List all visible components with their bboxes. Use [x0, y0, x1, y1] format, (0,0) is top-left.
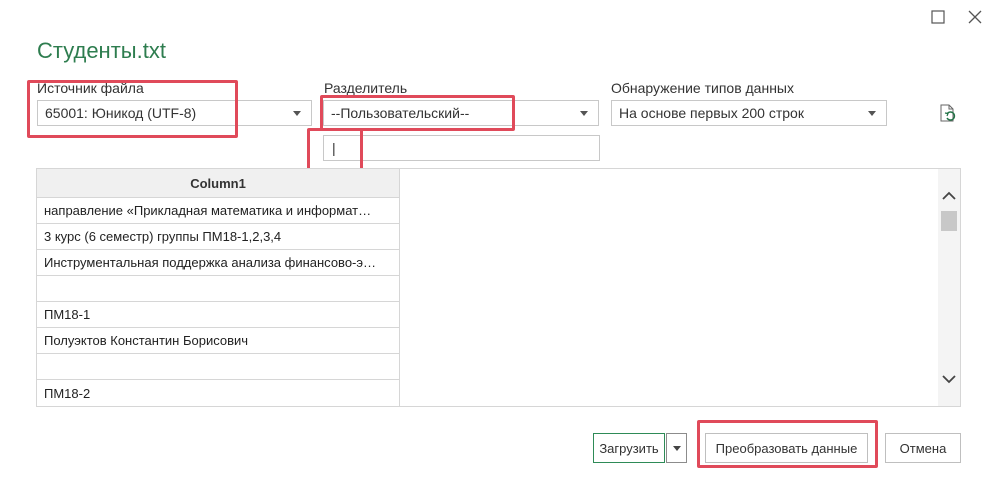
type-detection-value: На основе первых 200 строк	[619, 105, 804, 121]
close-icon	[968, 10, 982, 24]
close-button[interactable]	[964, 6, 986, 28]
refresh-file-icon	[940, 104, 956, 122]
file-origin-label: Источник файла	[37, 80, 144, 96]
chevron-down-icon	[868, 111, 876, 116]
dialog-title: Студенты.txt	[37, 38, 166, 63]
chevron-down-icon	[293, 111, 301, 116]
table-row: 3 курс (6 семестр) группы ПМ18-1,2,3,4	[37, 224, 399, 250]
refresh-button[interactable]	[937, 103, 959, 125]
table-row	[37, 276, 399, 302]
delimiter-label: Разделитель	[324, 80, 408, 96]
custom-delimiter-value: |	[332, 140, 336, 156]
chevron-down-icon	[672, 445, 681, 451]
file-origin-select[interactable]: 65001: Юникод (UTF-8)	[37, 100, 312, 126]
table-row: ПМ18-2	[44, 385, 91, 401]
table-row: Полуэктов Константин Борисович	[37, 328, 399, 354]
delimiter-value: --Пользовательский--	[331, 105, 470, 121]
custom-delimiter-input[interactable]: |	[323, 135, 600, 161]
column-header[interactable]: Column1	[37, 169, 399, 198]
delimiter-select[interactable]: --Пользовательский--	[323, 100, 599, 126]
scroll-thumb[interactable]	[941, 211, 957, 231]
load-dropdown-button[interactable]	[666, 433, 687, 463]
chevron-down-icon	[580, 111, 588, 116]
file-origin-value: 65001: Юникод (UTF-8)	[45, 105, 197, 121]
scroll-up-icon[interactable]	[942, 191, 956, 201]
load-button[interactable]: Загрузить	[593, 433, 665, 463]
vertical-scrollbar[interactable]	[938, 169, 960, 406]
maximize-button[interactable]	[927, 6, 949, 28]
table-row	[37, 354, 399, 380]
preview-grid: Column1 направление «Прикладная математи…	[36, 168, 961, 407]
table-row: направление «Прикладная математика и инф…	[37, 198, 399, 224]
preview-column: Column1 направление «Прикладная математи…	[37, 169, 400, 406]
scroll-down-icon[interactable]	[942, 374, 956, 384]
cancel-button[interactable]: Отмена	[885, 433, 961, 463]
maximize-icon	[931, 10, 945, 24]
table-row: Инструментальная поддержка анализа финан…	[37, 250, 399, 276]
type-detection-select[interactable]: На основе первых 200 строк	[611, 100, 887, 126]
type-detection-label: Обнаружение типов данных	[611, 80, 794, 96]
table-row: ПМ18-1	[37, 302, 399, 328]
transform-data-button[interactable]: Преобразовать данные	[705, 433, 868, 463]
